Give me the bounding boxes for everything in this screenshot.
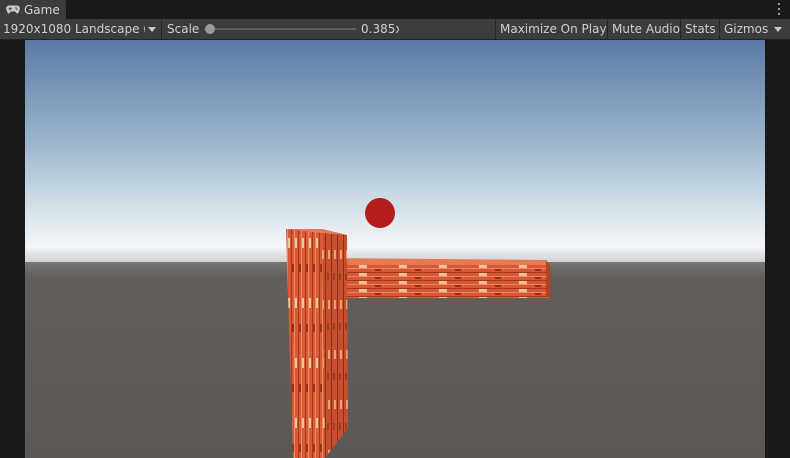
sky [25, 40, 765, 262]
game-window: Game 1920x1080 Landscape (1 Scale 0.385 x… [0, 0, 790, 458]
tab-bar: Game [0, 0, 790, 19]
brick-platform [323, 258, 550, 298]
tab-game[interactable]: Game [0, 0, 66, 19]
chevron-down-icon [148, 26, 156, 32]
resolution-label: 1920x1080 Landscape (1 [3, 22, 145, 36]
stats-toggle[interactable]: Stats [681, 19, 720, 39]
scale-slider-track [204, 28, 356, 30]
scale-label: Scale [167, 22, 200, 36]
scale-value-number: 0.385 [361, 22, 396, 36]
maximize-on-play-toggle[interactable]: Maximize On Play [496, 19, 611, 39]
resolution-dropdown[interactable]: 1920x1080 Landscape (1 [3, 19, 159, 39]
more-options-icon[interactable] [776, 2, 782, 16]
scale-slider-thumb[interactable] [205, 24, 215, 34]
red-ball [365, 198, 395, 228]
mute-audio-toggle[interactable]: Mute Audio [608, 19, 684, 39]
gamepad-icon [6, 5, 20, 15]
game-toolbar: 1920x1080 Landscape (1 Scale 0.385 x Maxi… [0, 19, 790, 40]
scale-value: 0.385 x [361, 19, 399, 39]
tab-label: Game [24, 2, 60, 17]
game-viewport[interactable] [25, 40, 765, 458]
scene-render [25, 40, 765, 458]
brick-wall [286, 229, 348, 458]
toolbar-divider [161, 19, 162, 39]
scale-value-suffix: x [395, 22, 399, 36]
gizmos-dropdown-icon[interactable] [774, 27, 782, 32]
scale-slider[interactable] [204, 23, 356, 35]
gizmos-toggle[interactable]: Gizmos [720, 19, 772, 39]
